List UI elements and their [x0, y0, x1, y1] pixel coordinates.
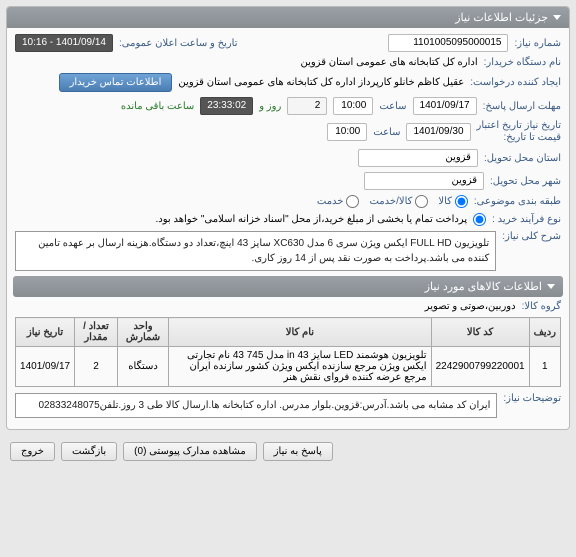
countdown-days: 2 — [287, 97, 327, 115]
credit-label: تاریخ نیاز تاریخ اعتبار قیمت تا تاریخ: — [477, 120, 561, 144]
deadline-time-label: ساعت — [379, 101, 406, 112]
province-label: استان محل تحویل: — [484, 153, 561, 164]
buy-type-note: پرداخت تمام یا بخشی از مبلغ خرید،از محل … — [156, 214, 468, 225]
items-header: اطلاعات کالاهای مورد نیاز — [13, 276, 563, 297]
back-button[interactable]: بازگشت — [61, 442, 117, 461]
buy-type-label: نوع فرآیند خرید : — [492, 214, 561, 225]
panel-header: جزئیات اطلاعات نیاز — [7, 7, 569, 28]
cell-date: 1401/09/17 — [16, 347, 75, 387]
countdown-time: 23:33:02 — [200, 97, 253, 115]
table-row: 1 2242900799220001 تلویزیون هوشمند LED س… — [16, 347, 561, 387]
buy-type-radio-input[interactable] — [473, 213, 486, 226]
need-number-label: شماره نیاز: — [514, 38, 561, 49]
requester-value: عقیل کاظم خانلو کارپرداز اداره کل کتابخا… — [178, 77, 464, 88]
items-header-title: اطلاعات کالاهای مورد نیاز — [425, 280, 542, 293]
deadline-time: 10:00 — [333, 97, 373, 115]
main-panel: جزئیات اطلاعات نیاز شماره نیاز: 11010050… — [6, 6, 570, 430]
city-value: قزوین — [364, 172, 484, 190]
cell-idx: 1 — [529, 347, 560, 387]
desc-value: تلویزیون FULL HD ایکس ویژن سری 6 مدل XC6… — [15, 231, 496, 271]
notes-label: توضیحات نیاز: — [503, 393, 561, 404]
credit-date: 1401/09/30 — [406, 123, 470, 141]
buy-type-radio[interactable] — [473, 213, 486, 226]
panel-title: جزئیات اطلاعات نیاز — [455, 11, 548, 24]
countdown-tail: ساعت باقی مانده — [121, 101, 194, 112]
device-value: اداره کل کتابخانه های عمومی استان قزوین — [300, 57, 477, 68]
credit-time: 10:00 — [327, 123, 367, 141]
attachments-button[interactable]: مشاهده مدارک پیوستی (0) — [123, 442, 257, 461]
class-radio-kalakhedmat-input[interactable] — [415, 195, 428, 208]
deadline-date: 1401/09/17 — [413, 97, 477, 115]
col-date: تاریخ نیاز — [16, 318, 75, 347]
cell-qty: 2 — [75, 347, 118, 387]
city-label: شهر محل تحویل: — [490, 176, 561, 187]
group-label: گروه کالا: — [522, 301, 561, 312]
reply-button[interactable]: پاسخ به نیاز — [263, 442, 333, 461]
province-value: قزوین — [358, 149, 478, 167]
cell-code: 2242900799220001 — [431, 347, 529, 387]
group-value: دوربین،صوتی و تصویر — [425, 301, 516, 312]
class-radio-group: کالا کالا/خدمت خدمت — [317, 195, 468, 208]
items-table: ردیف کد کالا نام کالا واحد شمارش تعداد /… — [15, 317, 561, 387]
table-header-row: ردیف کد کالا نام کالا واحد شمارش تعداد /… — [16, 318, 561, 347]
cell-name: تلویزیون هوشمند LED سایز 43 in مدل 745 4… — [169, 347, 431, 387]
countdown-day-label: روز و — [259, 101, 281, 112]
contact-buyer-button[interactable]: اطلاعات تماس خریدار — [59, 73, 173, 92]
col-qty: تعداد / مقدار — [75, 318, 118, 347]
col-unit: واحد شمارش — [117, 318, 168, 347]
requester-label: ایجاد کننده درخواست: — [470, 77, 561, 88]
cell-unit: دستگاه — [117, 347, 168, 387]
announce-value: 1401/09/14 - 10:16 — [15, 34, 113, 52]
collapse-icon[interactable] — [553, 15, 561, 20]
footer-buttons: پاسخ به نیاز مشاهده مدارک پیوستی (0) باز… — [6, 436, 570, 467]
need-number: 1101005095000015 — [388, 34, 508, 52]
col-idx: ردیف — [529, 318, 560, 347]
notes-value: ایران کد مشابه می باشد.آدرس:قزوین.بلوار … — [15, 393, 497, 418]
class-label: طبقه بندی موضوعی: — [474, 196, 561, 207]
class-radio-kala-input[interactable] — [455, 195, 468, 208]
class-radio-kalakhedmat[interactable]: کالا/خدمت — [369, 195, 428, 208]
col-name: نام کالا — [169, 318, 431, 347]
class-radio-khedmat[interactable]: خدمت — [317, 195, 360, 208]
desc-label: شرح کلی نیاز: — [502, 231, 561, 242]
col-code: کد کالا — [431, 318, 529, 347]
announce-label: تاریخ و ساعت اعلان عمومی: — [119, 38, 238, 49]
collapse-icon-items[interactable] — [547, 284, 555, 289]
class-radio-kala[interactable]: کالا — [438, 195, 468, 208]
exit-button[interactable]: خروج — [10, 442, 55, 461]
device-label: نام دستگاه خریدار: — [484, 57, 561, 68]
deadline-label: مهلت ارسال پاسخ: — [483, 101, 561, 112]
credit-time-label: ساعت — [373, 127, 400, 138]
class-radio-khedmat-input[interactable] — [346, 195, 359, 208]
